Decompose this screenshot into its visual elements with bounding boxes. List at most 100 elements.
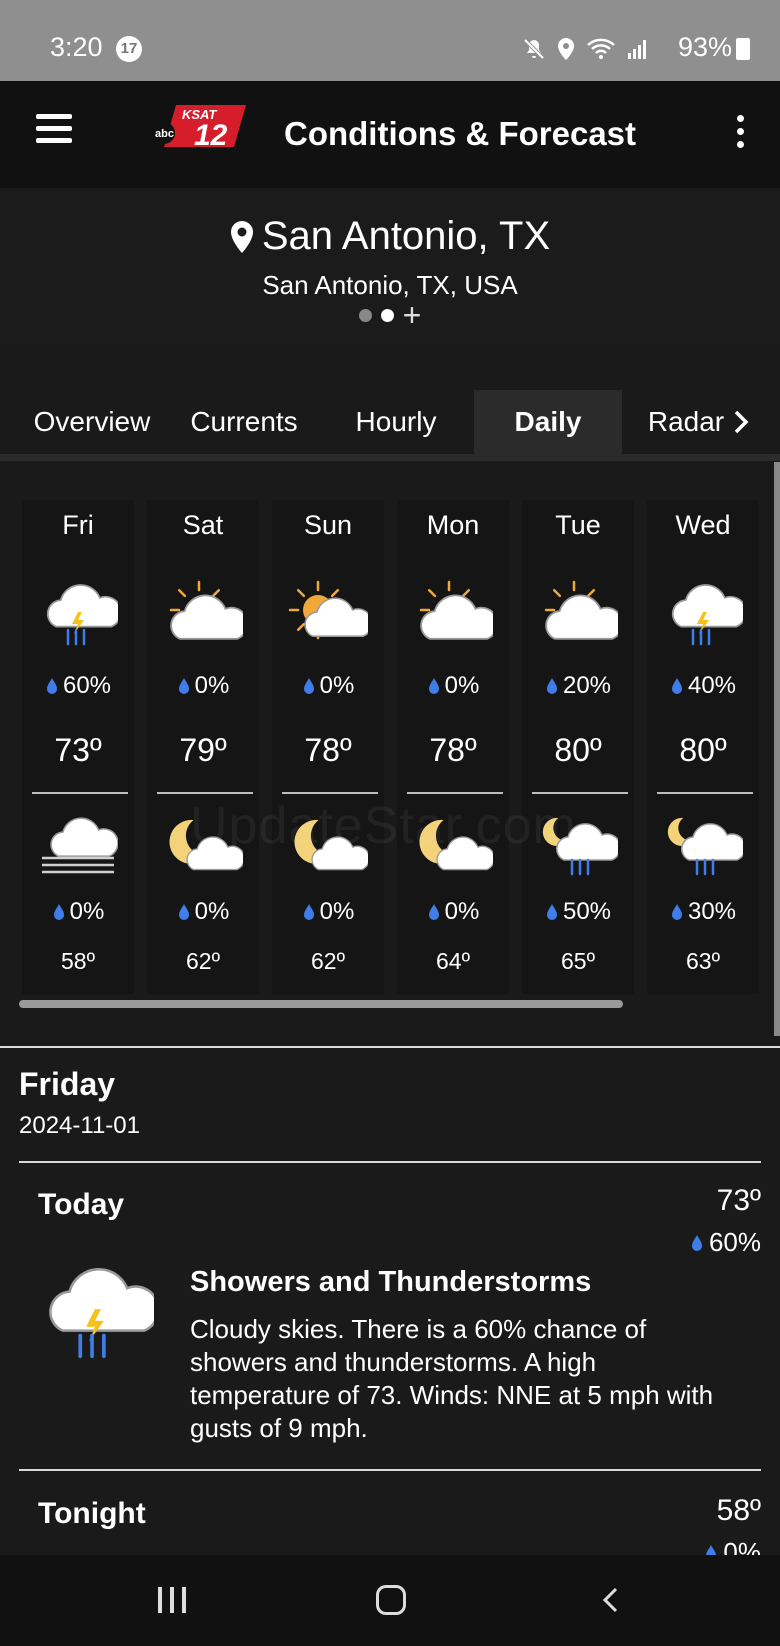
tab-currents[interactable]: Currents — [172, 390, 316, 454]
period-today-temp: 73º — [716, 1184, 761, 1217]
day-night-divider — [157, 792, 253, 794]
signal-icon — [628, 40, 646, 59]
raindrop-icon — [671, 904, 682, 920]
day-precip: 0% — [397, 672, 509, 700]
sun-cloud-icon — [419, 580, 493, 640]
tab-hourly[interactable]: Hourly — [326, 390, 466, 454]
detail-divider — [19, 1161, 761, 1163]
period-today-label: Today — [38, 1188, 125, 1221]
day-high-temp: 80º — [554, 732, 602, 768]
thunderstorm-icon — [49, 1267, 154, 1359]
night-precip: 0% — [272, 898, 384, 926]
day-precip: 0% — [272, 672, 384, 700]
location-city-row[interactable]: San Antonio, TX — [0, 214, 780, 259]
pager-dot[interactable] — [358, 308, 372, 322]
night-precip-value: 0% — [444, 898, 480, 925]
vertical-scrollbar[interactable] — [774, 462, 780, 1036]
partly-sunny-icon — [288, 580, 368, 640]
day-precip: 20% — [522, 672, 634, 700]
day-precip-value: 60% — [62, 672, 112, 699]
daily-forecast-strip[interactable]: Fri 60% 73º 0% 58º Sat 0% 79º 0% 62º Sun… — [22, 500, 762, 998]
day-precip-value: 40% — [687, 672, 737, 699]
horizontal-scrollbar[interactable] — [19, 1000, 623, 1008]
pager-dot-active[interactable] — [380, 308, 394, 322]
day-name: Tue — [555, 510, 601, 540]
night-precip: 0% — [147, 898, 259, 926]
location-icon — [558, 38, 574, 60]
night-low-temp: 63º — [686, 948, 720, 974]
day-column-tue[interactable]: Tue 20% 80º 50% 65º — [522, 500, 634, 994]
day-name: Mon — [426, 510, 480, 540]
condition-description: Cloudy skies. There is a 60% chance of s… — [190, 1314, 714, 1443]
chevron-right-icon[interactable] — [730, 408, 752, 436]
day-column-fri[interactable]: Fri 60% 73º 0% 58º — [22, 500, 134, 994]
detail-date: 2024-11-01 — [19, 1112, 140, 1139]
location-full: San Antonio, TX, USA — [262, 270, 518, 300]
day-column-wed[interactable]: Wed 40% 80º 30% 63º — [647, 500, 759, 994]
wifi-icon — [587, 38, 615, 59]
tab-overview[interactable]: Overview — [14, 390, 170, 454]
raindrop-icon — [428, 678, 439, 694]
period-today-precip-value: 60% — [708, 1227, 761, 1257]
svg-text:abc: abc — [155, 128, 174, 140]
day-night-divider — [532, 792, 628, 794]
app-title: Conditions & Forecast — [284, 115, 637, 152]
menu-icon[interactable] — [36, 114, 72, 150]
fog-icon — [42, 817, 118, 874]
recents-button[interactable] — [158, 1587, 186, 1613]
sun-cloud-icon — [544, 580, 618, 640]
sun-cloud-icon — [169, 580, 243, 640]
detail-day-name: Friday — [19, 1066, 116, 1102]
tabs-divider — [0, 454, 780, 461]
night-precip: 0% — [22, 898, 134, 926]
notification-badge: 17 — [116, 36, 142, 62]
day-night-divider — [657, 792, 753, 794]
day-precip-value: 0% — [194, 672, 230, 699]
tab-daily[interactable]: Daily — [474, 390, 622, 454]
day-column-mon[interactable]: Mon 0% 78º 0% 64º — [397, 500, 509, 994]
day-precip-value: 0% — [444, 672, 480, 699]
raindrop-icon — [428, 904, 439, 920]
location-pager[interactable]: + — [0, 299, 780, 331]
back-button[interactable] — [596, 1585, 626, 1615]
raindrop-icon — [546, 904, 557, 920]
night-precip: 50% — [522, 898, 634, 926]
day-night-divider — [407, 792, 503, 794]
mute-icon — [523, 38, 545, 60]
tab-bar: Overview Currents Hourly Daily Radar — [0, 390, 780, 454]
night-low-temp: 62º — [186, 948, 220, 974]
night-precip-value: 50% — [562, 898, 612, 925]
location-city: San Antonio, TX — [261, 214, 551, 258]
night-precip: 30% — [647, 898, 759, 926]
night-low-temp: 65º — [561, 948, 595, 974]
day-name: Wed — [675, 510, 731, 540]
period-tonight-temp: 58º — [716, 1494, 761, 1527]
day-high-temp: 78º — [304, 732, 352, 768]
location-header: San Antonio, TX San Antonio, TX, USA + — [0, 188, 780, 338]
section-divider — [0, 1046, 780, 1048]
day-name: Fri — [62, 510, 94, 540]
moon-rain-icon — [667, 817, 743, 876]
period-today-precip: 60% — [690, 1227, 761, 1258]
raindrop-icon — [303, 904, 314, 920]
night-low-temp: 58º — [61, 948, 95, 974]
add-location-icon[interactable]: + — [403, 299, 422, 331]
night-precip-value: 30% — [687, 898, 737, 925]
battery-icon — [736, 38, 750, 60]
home-button[interactable] — [376, 1585, 406, 1615]
raindrop-icon — [178, 904, 189, 920]
day-high-temp: 73º — [54, 732, 102, 768]
day-column-sun[interactable]: Sun 0% 78º 0% 62º — [272, 500, 384, 994]
day-precip: 40% — [647, 672, 759, 700]
status-time: 3:20 — [50, 32, 103, 62]
watermark: UpdateStar.com — [190, 797, 577, 855]
day-high-temp: 80º — [679, 732, 727, 768]
day-column-sat[interactable]: Sat 0% 79º 0% 62º — [147, 500, 259, 994]
app-bar: KSAT 12 abc Conditions & Forecast — [0, 81, 780, 188]
status-bar: 3:20 17 93% — [0, 0, 780, 81]
raindrop-icon — [53, 904, 64, 920]
system-nav-bar — [0, 1555, 780, 1646]
more-options-icon[interactable] — [730, 115, 750, 153]
raindrop-icon — [303, 678, 314, 694]
tab-radar[interactable]: Radar — [640, 390, 760, 454]
